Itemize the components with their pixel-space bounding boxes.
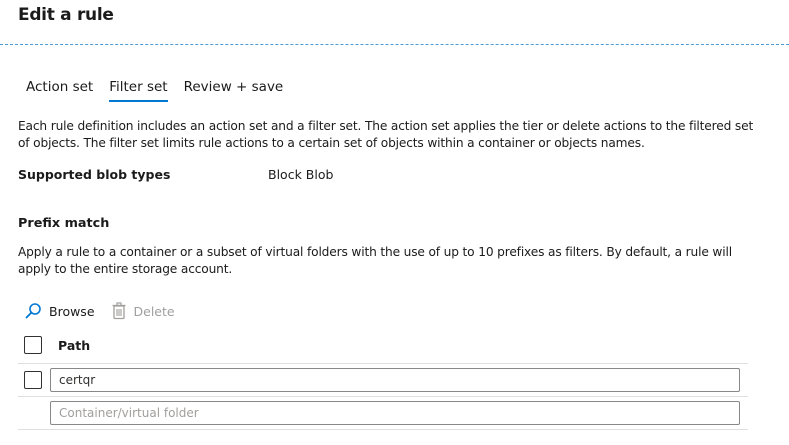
tab-review-save[interactable]: Review + save bbox=[176, 76, 292, 100]
prefix-match-title: Prefix match bbox=[18, 216, 110, 231]
delete-button[interactable]: Delete bbox=[111, 300, 175, 322]
path-column-header: Path bbox=[58, 338, 91, 353]
prefix-match-description: Apply a rule to a container or a subset … bbox=[18, 245, 732, 276]
path-input-new[interactable] bbox=[50, 401, 740, 425]
browse-label: Browse bbox=[49, 303, 95, 319]
select-all-checkbox[interactable] bbox=[24, 336, 42, 354]
table-row bbox=[18, 397, 748, 430]
tab-bar: Action set Filter set Review + save bbox=[18, 76, 291, 104]
grid-header: Path bbox=[18, 334, 748, 364]
tab-action-set[interactable]: Action set bbox=[18, 76, 101, 100]
title-divider bbox=[0, 44, 789, 45]
row-checkbox[interactable] bbox=[24, 371, 42, 389]
page-title: Edit a rule bbox=[18, 5, 114, 25]
grid-toolbar: Browse Delete bbox=[24, 300, 191, 322]
browse-button[interactable]: Browse bbox=[24, 300, 95, 322]
tab-filter-set[interactable]: Filter set bbox=[101, 76, 175, 102]
blob-types-label: Supported blob types bbox=[18, 167, 171, 182]
table-row bbox=[18, 364, 748, 397]
delete-label: Delete bbox=[133, 303, 175, 319]
blob-types-value: Block Blob bbox=[268, 167, 334, 182]
trash-icon bbox=[111, 302, 127, 320]
search-icon bbox=[24, 302, 42, 320]
rule-description: Each rule definition includes an action … bbox=[18, 119, 754, 150]
path-input[interactable] bbox=[50, 368, 740, 392]
